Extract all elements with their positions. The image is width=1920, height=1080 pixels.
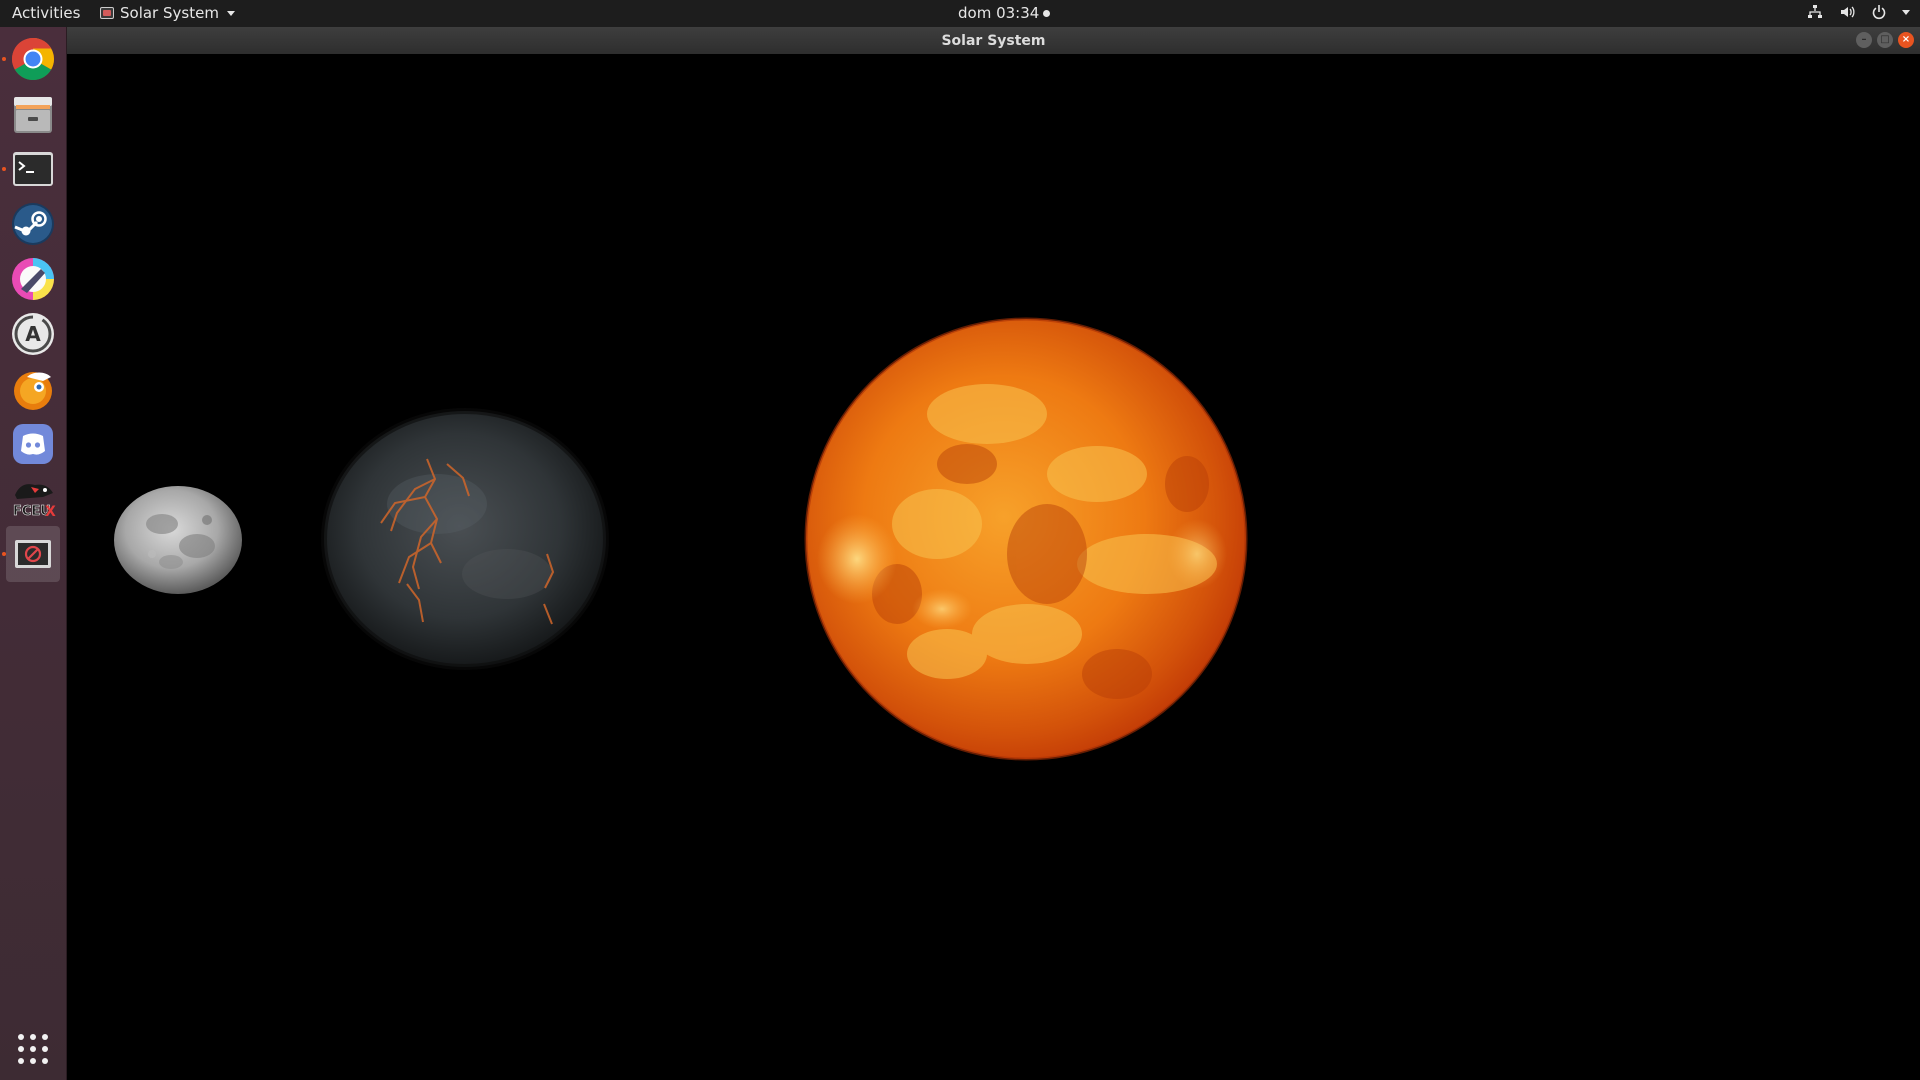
system-tray[interactable]	[1806, 3, 1910, 21]
app-menu-label: Solar System	[120, 4, 219, 22]
scene-canvas	[114, 317, 1248, 761]
app-menu[interactable]: Solar System	[100, 4, 235, 22]
notification-dot-icon	[1043, 9, 1051, 17]
app-menu-icon	[100, 7, 114, 19]
dock-item-steam[interactable]	[6, 196, 60, 252]
dock-item-files[interactable]	[6, 86, 60, 142]
moon	[114, 486, 242, 594]
running-indicator	[2, 57, 6, 61]
activities-button[interactable]: Activities	[12, 4, 80, 22]
dark-planet	[321, 408, 609, 670]
dock-item-krita[interactable]	[6, 251, 60, 307]
window-controls: – □ ×	[1856, 32, 1914, 48]
render-viewport[interactable]	[67, 54, 1920, 1080]
sun	[804, 317, 1248, 761]
steam-icon	[12, 203, 54, 245]
running-indicator	[2, 167, 6, 171]
clock[interactable]: dom 03:34	[958, 4, 1051, 22]
volume-icon[interactable]	[1838, 3, 1856, 21]
show-applications-button[interactable]	[18, 1034, 48, 1064]
network-icon[interactable]	[1806, 3, 1824, 21]
svg-text:A: A	[25, 322, 41, 346]
running-indicator	[2, 552, 6, 556]
top-bar: Activities Solar System dom 03:34	[0, 0, 1920, 27]
minimize-button[interactable]: –	[1856, 32, 1872, 48]
dock: A FCEU X	[0, 27, 67, 1080]
close-button[interactable]: ×	[1898, 32, 1914, 48]
svg-text:X: X	[45, 504, 56, 520]
discord-icon	[13, 424, 53, 464]
dock-item-software-updater[interactable]: A	[6, 306, 60, 362]
chevron-down-icon[interactable]	[1902, 9, 1910, 15]
files-icon	[14, 97, 52, 133]
maximize-button[interactable]: □	[1877, 32, 1893, 48]
window-titlebar[interactable]: Solar System – □ ×	[67, 27, 1920, 54]
power-icon[interactable]	[1870, 3, 1888, 21]
window-title: Solar System	[941, 32, 1046, 49]
dock-item-terminal[interactable]	[2, 141, 60, 197]
fceux-icon: FCEU X	[13, 484, 56, 520]
krita-icon	[12, 258, 54, 300]
dock-item-blender[interactable]	[6, 361, 60, 417]
clock-label: dom 03:34	[958, 4, 1040, 22]
dock-item-solar-system[interactable]	[2, 526, 60, 582]
dock-item-fceux[interactable]: FCEU X	[6, 471, 60, 527]
blender-icon	[14, 372, 52, 410]
dock-item-chrome[interactable]	[2, 31, 60, 87]
solar-system-app-icon	[15, 540, 51, 568]
dock-item-discord[interactable]	[6, 416, 60, 472]
software-updater-icon: A	[12, 313, 54, 355]
terminal-icon	[13, 152, 53, 186]
chrome-icon	[11, 37, 55, 81]
chevron-down-icon	[226, 10, 235, 16]
